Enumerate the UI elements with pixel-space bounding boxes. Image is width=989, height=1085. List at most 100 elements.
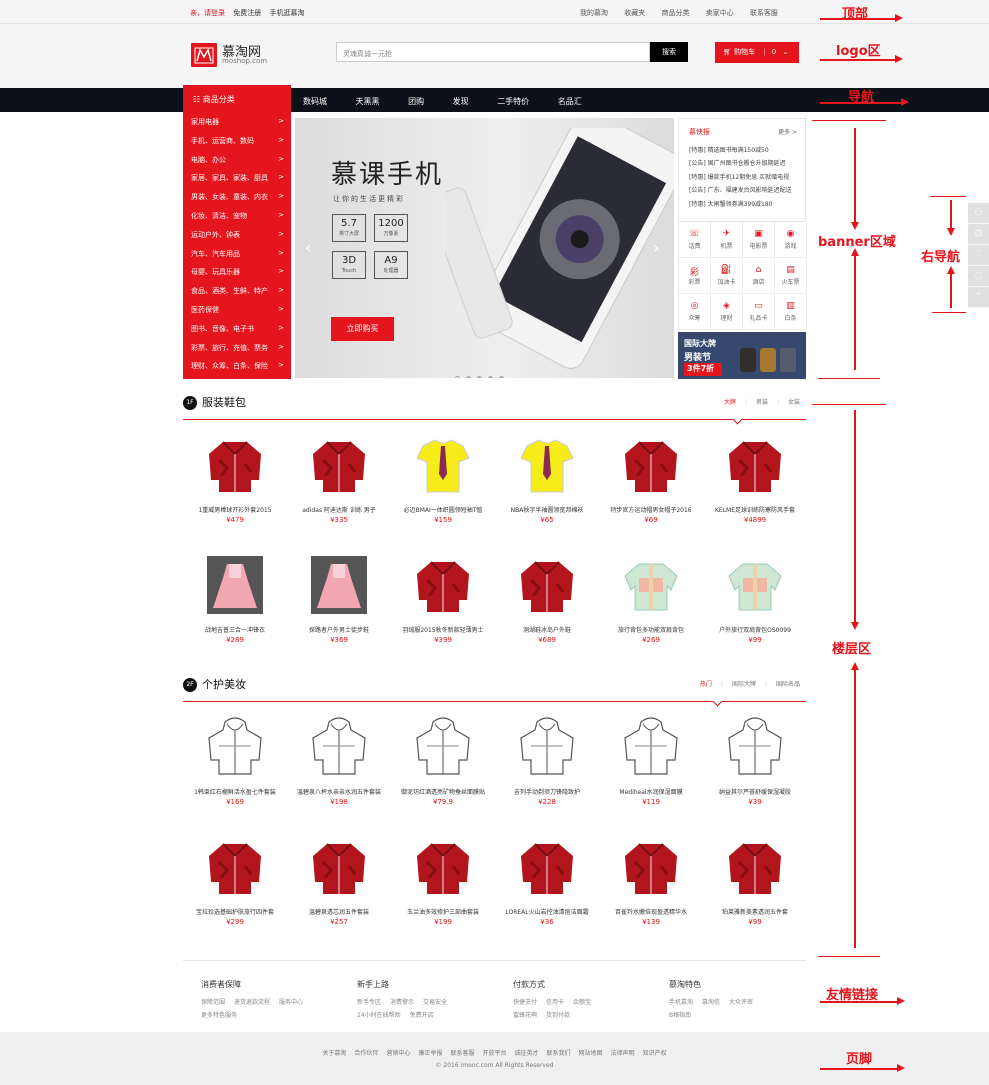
link-item[interactable]: 24小时在线帮助 (357, 1012, 401, 1019)
product-image[interactable] (309, 836, 369, 898)
footer-link[interactable]: 营销中心 (386, 1050, 410, 1057)
category-item[interactable]: 运动户外、钟表 > (183, 225, 291, 244)
product-card[interactable]: 羽绒服2015秋冬新款轻薄男士 ¥399 (391, 554, 495, 664)
register-link[interactable]: 免费注册 (233, 9, 261, 17)
product-card[interactable]: 温碧泉八杯水亲亲水润五件套装 ¥198 (287, 716, 391, 826)
nav-item-secondhand[interactable]: 二手特价 (497, 97, 529, 106)
top-menu-categories[interactable]: 商品分类 (661, 9, 689, 17)
category-item[interactable]: 母婴、玩具乐器 > (183, 262, 291, 281)
top-menu-my-account[interactable]: 我的慕淘 (580, 9, 608, 17)
product-image[interactable] (517, 716, 577, 778)
product-image[interactable] (517, 434, 577, 496)
login-link[interactable]: 亲，请登录 (190, 9, 225, 17)
product-image[interactable] (621, 434, 681, 496)
product-image[interactable] (517, 836, 577, 898)
chat-icon[interactable]: ◌ (968, 266, 989, 287)
category-item[interactable]: 家居、家具、家装、厨具 > (183, 168, 291, 187)
link-item[interactable]: 新手专区 (357, 999, 381, 1006)
floor-tab[interactable]: 大牌 (724, 399, 736, 406)
product-card[interactable]: NBA秋字半袖圆领宽邦棉袄 ¥65 (495, 434, 599, 544)
service-item[interactable]: ▤ 火车票 (775, 258, 807, 294)
product-image[interactable] (725, 434, 785, 496)
buy-now-button[interactable]: 立即购买 (331, 317, 394, 341)
link-item[interactable]: 保障范围 (201, 999, 225, 1006)
product-card[interactable]: 纳益其尔芦荟舒缓保湿凝胶 ¥39 (703, 716, 807, 826)
service-item[interactable]: 彩彩票 (679, 258, 711, 294)
footer-link[interactable]: 诚征英才 (515, 1050, 539, 1057)
product-name[interactable]: 吉列手动剃须刀锋隐致护 (495, 787, 599, 796)
product-card[interactable]: 御泥坊红酒透亮矿物蚕丝面膜贴 ¥79.9 (391, 716, 495, 826)
product-card[interactable]: 玉兰油多效修护三部曲套装 ¥199 (391, 836, 495, 946)
nav-item-groupbuy[interactable]: 团购 (408, 97, 424, 106)
product-card[interactable]: 战地吉普三合一冲锋衣 ¥289 (183, 554, 287, 664)
link-item[interactable]: 慕淘信 (702, 999, 720, 1006)
service-item[interactable]: ◎ 众筹 (679, 294, 711, 330)
footer-link[interactable]: 网站地图 (579, 1050, 603, 1057)
product-name[interactable]: 宝拉珍选基础护肤旅行四件套 (183, 907, 287, 916)
product-image[interactable] (621, 836, 681, 898)
news-more-link[interactable]: 更多 > (778, 127, 797, 136)
product-card[interactable]: 户外旅行双肩背包OS0099 ¥99 (703, 554, 807, 664)
link-item[interactable]: 免费开店 (410, 1012, 434, 1019)
product-card[interactable]: 温碧泉透芯润五件套装 ¥257 (287, 836, 391, 946)
product-image[interactable] (413, 434, 473, 496)
category-item[interactable]: 食品、酒类、生鲜、特产 > (183, 281, 291, 300)
product-image[interactable] (725, 716, 785, 778)
floor-tab[interactable]: 热门 (700, 681, 712, 688)
link-item[interactable]: 退货退款流程 (234, 999, 270, 1006)
product-image[interactable] (725, 836, 785, 898)
product-name[interactable]: 羽绒服2015秋冬新款轻薄男士 (391, 625, 495, 634)
top-menu-seller[interactable]: 卖家中心 (706, 9, 734, 17)
carousel-dot[interactable] (499, 376, 504, 378)
carousel-dot[interactable] (466, 376, 471, 378)
product-card[interactable]: 百雀羚水嫩倍现盈透精华水 ¥139 (599, 836, 703, 946)
product-name[interactable]: 洞湖鞋冰岛户外鞋 (495, 625, 599, 634)
product-name[interactable]: 探路者户外男士徒步鞋 (287, 625, 391, 634)
service-item[interactable]: ◈ 理财 (711, 294, 743, 330)
category-item[interactable]: 手机、运营商、数码 > (183, 131, 291, 150)
product-card[interactable]: 1韩束红石榴鲜活水盈七件套装 ¥169 (183, 716, 287, 826)
link-item[interactable]: 快捷支付 (513, 999, 537, 1006)
product-card[interactable]: 特步官方运动帽男女帽子2016 ¥69 (599, 434, 703, 544)
product-card[interactable]: Mediheal水润保湿面膜 ¥119 (599, 716, 703, 826)
banner-carousel[interactable]: 慕课手机 让你的生活更精彩 5.7 英寸大屏 1200 万像素 3D Touch A9… (295, 118, 674, 378)
product-name[interactable]: NBA秋字半袖圆领宽邦棉袄 (495, 505, 599, 514)
product-name[interactable]: 特步官方运动帽男女帽子2016 (599, 505, 703, 514)
product-name[interactable]: 旅行背包多功能双肩背包 (599, 625, 703, 634)
product-image[interactable] (309, 554, 369, 616)
news-item[interactable]: [公告] 广东、福建发台风影响延迟配送 (679, 185, 807, 198)
product-image[interactable] (413, 716, 473, 778)
nav-item-tianheihei[interactable]: 天黑黑 (356, 97, 380, 106)
product-name[interactable]: 温碧泉八杯水亲亲水润五件套装 (287, 787, 391, 796)
product-card[interactable]: 珀莱雅新美素透润五件套 ¥99 (703, 836, 807, 946)
product-name[interactable]: 户外旅行双肩背包OS0099 (703, 625, 807, 634)
logo-mark[interactable] (191, 43, 217, 67)
service-item[interactable]: ▣ 电影票 (743, 222, 775, 258)
product-name[interactable]: 御泥坊红酒透亮矿物蚕丝面膜贴 (391, 787, 495, 796)
floor-tab[interactable]: 国际大牌 (732, 681, 756, 688)
product-card[interactable]: 探路者户外男士徒步鞋 ¥369 (287, 554, 391, 664)
cart-button[interactable]: 🛒︎ 购物车 | 0 ⌄ (715, 42, 799, 63)
footer-link[interactable]: 联系我们 (547, 1050, 571, 1057)
footer-link[interactable]: 法律声明 (611, 1050, 635, 1057)
product-image[interactable] (725, 554, 785, 616)
product-name[interactable]: 珀莱雅新美素透润五件套 (703, 907, 807, 916)
product-image[interactable] (621, 716, 681, 778)
product-name[interactable]: Mediheal水润保湿面膜 (599, 787, 703, 796)
product-card[interactable]: 1重威男棒球开衫外套2015 ¥479 (183, 434, 287, 544)
user-icon[interactable]: ⚇ (968, 203, 989, 224)
product-card[interactable]: 必迈BMAI一体织圆领短袖T恤 ¥159 (391, 434, 495, 544)
heart-icon[interactable]: ♡ (968, 245, 989, 266)
product-card[interactable]: 旅行背包多功能双肩背包 ¥269 (599, 554, 703, 664)
search-input[interactable]: 灵魂真诚一元抢 (336, 42, 650, 62)
product-name[interactable]: 1重威男棒球开衫外套2015 (183, 505, 287, 514)
nav-item-digital[interactable]: 数码城 (303, 97, 327, 106)
back-to-top-icon[interactable]: ⌃ (968, 287, 989, 308)
category-item[interactable]: 电脑、办公 > (183, 150, 291, 169)
link-item[interactable]: 服务中心 (279, 999, 303, 1006)
category-item[interactable]: 家用电器 > (183, 112, 291, 131)
product-image[interactable] (205, 836, 265, 898)
product-name[interactable]: adidas 阿迪达斯 训练 男子 (287, 505, 391, 514)
category-item[interactable]: 男装、女装、童装、内衣 > (183, 187, 291, 206)
link-item[interactable]: 大众评审 (729, 999, 753, 1006)
